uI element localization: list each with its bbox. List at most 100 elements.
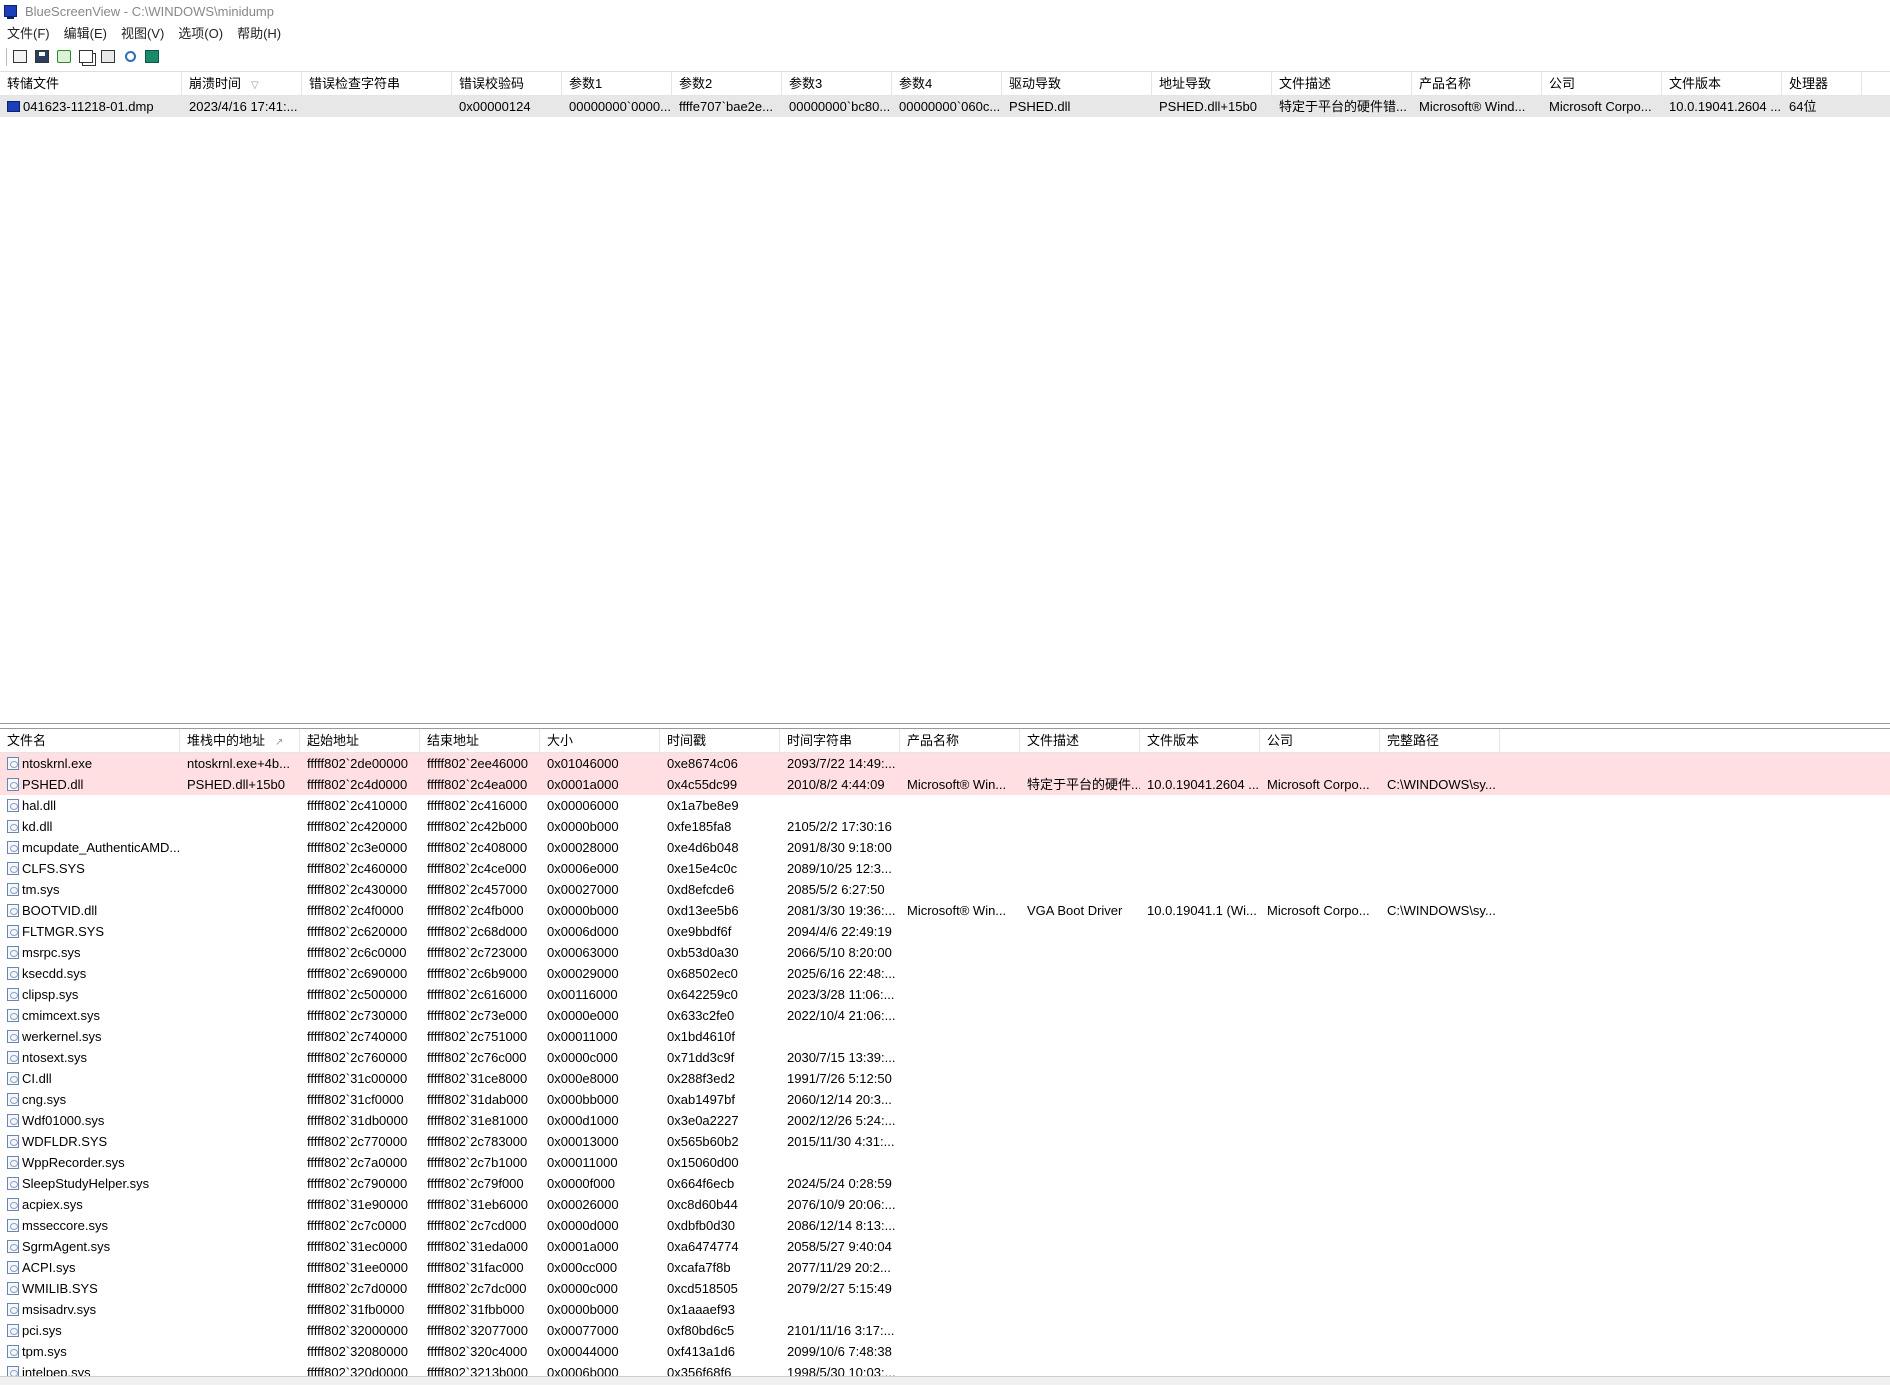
- driver-row[interactable]: intelpep.sys fffff802`320d0000 fffff802`32…: [0, 1362, 1890, 1376]
- driver-column-header[interactable]: 时间戳: [660, 729, 780, 753]
- table-cell: fffff802`2c4fb000: [427, 903, 524, 918]
- table-cell: 2023/4/16 17:41:...: [189, 99, 298, 114]
- dump-row[interactable]: 041623-11218-01.dmp 2023/4/16 17:41:... 0x…: [0, 96, 1890, 117]
- driver-row[interactable]: hal.dll fffff802`2c410000 fffff802`2c41600…: [0, 795, 1890, 816]
- table-cell: fffff802`31fbb000: [427, 1302, 525, 1317]
- driver-row[interactable]: mcupdate_AuthenticAMD... fffff802`2c3e000…: [0, 837, 1890, 858]
- table-cell: mcupdate_AuthenticAMD...: [0, 837, 180, 858]
- driver-row[interactable]: msisadrv.sys fffff802`31fb0000 fffff802`31…: [0, 1299, 1890, 1320]
- menu-edit[interactable]: 编辑(E): [64, 23, 107, 42]
- dump-column-header[interactable]: 崩溃时间 ▽: [182, 72, 302, 96]
- driver-row[interactable]: ACPI.sys fffff802`31ee0000 fffff802`31fac0…: [0, 1257, 1890, 1278]
- driver-column-header[interactable]: 公司: [1260, 729, 1380, 753]
- driver-row[interactable]: WppRecorder.sys fffff802`2c7a0000 fffff802…: [0, 1152, 1890, 1173]
- cell-text: pci.sys: [22, 1323, 62, 1338]
- driver-column-header[interactable]: 大小: [540, 729, 660, 753]
- dump-column-header[interactable]: 参数3: [782, 72, 892, 96]
- driver-column-header[interactable]: 产品名称: [900, 729, 1020, 753]
- driver-row[interactable]: ntosext.sys fffff802`2c760000 fffff802`2c7…: [0, 1047, 1890, 1068]
- table-cell: fffff802`2c416000: [427, 798, 528, 813]
- dump-column-header[interactable]: 文件描述: [1272, 72, 1412, 96]
- table-cell: WMILIB.SYS: [0, 1278, 180, 1299]
- table-cell: [180, 1047, 300, 1068]
- table-cell: [180, 879, 300, 900]
- save-button[interactable]: [32, 47, 52, 67]
- table-cell: 特定于平台的硬件错...: [1279, 99, 1407, 114]
- menu-view[interactable]: 视图(V): [121, 23, 164, 42]
- dump-column-header[interactable]: 错误校验码: [452, 72, 562, 96]
- table-cell: fffff802`31cf0000: [307, 1092, 404, 1107]
- driver-row[interactable]: tm.sys fffff802`2c430000 fffff802`2c457000…: [0, 879, 1890, 900]
- find-button[interactable]: [120, 47, 140, 67]
- menu-help[interactable]: 帮助(H): [237, 23, 281, 42]
- dump-column-header[interactable]: 处理器: [1782, 72, 1862, 96]
- dump-column-header[interactable]: 驱动导致: [1002, 72, 1152, 96]
- dump-column-header[interactable]: 产品名称: [1412, 72, 1542, 96]
- driver-row[interactable]: SgrmAgent.sys fffff802`31ec0000 fffff802`3…: [0, 1236, 1890, 1257]
- dump-column-header[interactable]: 公司: [1542, 72, 1662, 96]
- dump-column-header[interactable]: 参数4: [892, 72, 1002, 96]
- table-cell: [1140, 795, 1260, 816]
- driver-row[interactable]: CLFS.SYS fffff802`2c460000 fffff802`2c4ce0…: [0, 858, 1890, 879]
- driver-column-header[interactable]: 时间字符串: [780, 729, 900, 753]
- table-cell: fffff802`31fb0000: [307, 1302, 405, 1317]
- driver-column-header[interactable]: 结束地址: [420, 729, 540, 753]
- menu-file[interactable]: 文件(F): [7, 23, 50, 42]
- driver-row[interactable]: ksecdd.sys fffff802`2c690000 fffff802`2c6b…: [0, 963, 1890, 984]
- driver-column-header[interactable]: 起始地址: [300, 729, 420, 753]
- table-cell: [1020, 921, 1140, 942]
- table-cell: 0xc8d60b44: [667, 1197, 738, 1212]
- table-cell: [180, 858, 300, 879]
- table-cell: msisadrv.sys: [0, 1299, 180, 1320]
- driver-column-header[interactable]: 文件描述: [1020, 729, 1140, 753]
- dump-column-header[interactable]: 地址导致: [1152, 72, 1272, 96]
- copy-button[interactable]: [76, 47, 96, 67]
- driver-row[interactable]: WDFLDR.SYS fffff802`2c770000 fffff802`2c78…: [0, 1131, 1890, 1152]
- table-cell: fffff802`31ec0000: [307, 1239, 408, 1254]
- html-report-button[interactable]: [98, 47, 118, 67]
- driver-row[interactable]: msrpc.sys fffff802`2c6c0000 fffff802`2c723…: [0, 942, 1890, 963]
- table-cell: [1260, 1173, 1380, 1194]
- table-cell: 2101/11/16 3:17:...: [787, 1323, 895, 1338]
- driver-column-header[interactable]: 文件版本: [1140, 729, 1260, 753]
- driver-row[interactable]: acpiex.sys fffff802`31e90000 fffff802`31eb…: [0, 1194, 1890, 1215]
- driver-column-header[interactable]: 完整路径: [1380, 729, 1500, 753]
- dump-column-header[interactable]: 错误检查字符串: [302, 72, 452, 96]
- driver-row[interactable]: pci.sys fffff802`32000000 fffff802`3207700…: [0, 1320, 1890, 1341]
- driver-column-header[interactable]: 堆栈中的地址 ↗: [180, 729, 300, 753]
- cell-text: werkernel.sys: [22, 1029, 102, 1044]
- driver-row[interactable]: clipsp.sys fffff802`2c500000 fffff802`2c61…: [0, 984, 1890, 1005]
- driver-row[interactable]: Wdf01000.sys fffff802`31db0000 fffff802`31…: [0, 1110, 1890, 1131]
- dump-column-header[interactable]: 转储文件: [0, 72, 182, 96]
- driver-column-header[interactable]: 文件名: [0, 729, 180, 753]
- driver-list-pane[interactable]: 文件名 堆栈中的地址 ↗ 起始地址 结束地址 大小 时间戳 时间字符串 产品名称 文件描述 文件版本…: [0, 728, 1890, 1376]
- menu-options[interactable]: 选项(O): [178, 23, 223, 42]
- table-cell: tm.sys: [0, 879, 180, 900]
- refresh-button[interactable]: [54, 47, 74, 67]
- driver-row[interactable]: tpm.sys fffff802`32080000 fffff802`320c400…: [0, 1341, 1890, 1362]
- dump-column-header[interactable]: 参数2: [672, 72, 782, 96]
- table-cell: 0xe15e4c0c: [667, 861, 738, 876]
- table-cell: fffff802`31eda000: [427, 1239, 528, 1254]
- table-cell: [1380, 963, 1500, 984]
- driver-row[interactable]: werkernel.sys fffff802`2c740000 fffff802`2…: [0, 1026, 1890, 1047]
- table-cell: [1380, 1152, 1500, 1173]
- dump-column-header[interactable]: 参数1: [562, 72, 672, 96]
- properties-button[interactable]: [10, 47, 30, 67]
- driver-row[interactable]: CI.dll fffff802`31c00000 fffff802`31ce8000…: [0, 1068, 1890, 1089]
- exit-button[interactable]: [142, 47, 162, 67]
- dump-list-pane[interactable]: 转储文件 崩溃时间 ▽ 错误检查字符串 错误校验码 参数1 参数2 参数3 参数4 驱动导致 地址导…: [0, 72, 1890, 724]
- table-cell: [1020, 1089, 1140, 1110]
- driver-row[interactable]: WMILIB.SYS fffff802`2c7d0000 fffff802`2c7d…: [0, 1278, 1890, 1299]
- driver-row[interactable]: FLTMGR.SYS fffff802`2c620000 fffff802`2c68…: [0, 921, 1890, 942]
- driver-row[interactable]: cng.sys fffff802`31cf0000 fffff802`31dab00…: [0, 1089, 1890, 1110]
- driver-row[interactable]: msseccore.sys fffff802`2c7c0000 fffff802`2…: [0, 1215, 1890, 1236]
- driver-row[interactable]: ntoskrnl.exe ntoskrnl.exe+4b... fffff802`2…: [0, 753, 1890, 774]
- column-header-label: 错误检查字符串: [309, 75, 401, 91]
- dump-column-header[interactable]: 文件版本: [1662, 72, 1782, 96]
- driver-row[interactable]: BOOTVID.dll fffff802`2c4f0000 fffff802`2c4…: [0, 900, 1890, 921]
- driver-row[interactable]: cmimcext.sys fffff802`2c730000 fffff802`2c…: [0, 1005, 1890, 1026]
- driver-row[interactable]: PSHED.dll PSHED.dll+15b0 fffff802`2c4d0000…: [0, 774, 1890, 795]
- driver-row[interactable]: SleepStudyHelper.sys fffff802`2c790000 fff…: [0, 1173, 1890, 1194]
- driver-row[interactable]: kd.dll fffff802`2c420000 fffff802`2c42b000…: [0, 816, 1890, 837]
